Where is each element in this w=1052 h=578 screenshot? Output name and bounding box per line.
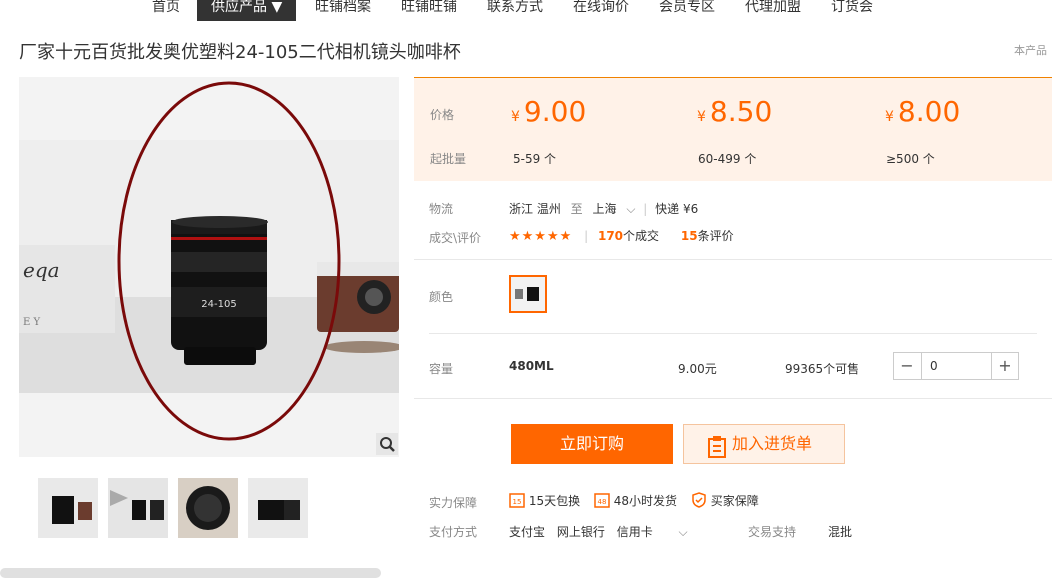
guarantee-label: 实力保障 — [429, 496, 478, 510]
product-corner-note: 本产品 — [1014, 44, 1047, 57]
trade-support-value: 混批 — [828, 525, 853, 539]
price-tier-1: ¥9.00 — [511, 95, 587, 128]
shield-icon — [691, 492, 707, 511]
svg-text:24-105: 24-105 — [201, 299, 236, 310]
guarantee-list: 15 15天包换 48 48小时发货 买家保障 — [509, 492, 759, 511]
thumbnail-2[interactable] — [108, 478, 168, 538]
nav-item-members[interactable]: 会员专区 — [659, 0, 715, 21]
range-tier-1: 5-59 个 — [513, 152, 557, 166]
product-title: 厂家十元百货批发奥优塑料24-105二代相机镜头咖啡杯 — [19, 42, 461, 63]
nav-item-archive[interactable]: 旺铺档案 — [315, 0, 371, 21]
guarantee-item-shipping[interactable]: 48 48小时发货 — [594, 492, 681, 511]
capacity-label: 容量 — [429, 362, 454, 376]
stock-available: 99365个可售 — [785, 362, 860, 376]
increment-button[interactable]: + — [992, 353, 1018, 379]
payment-alipay: 支付宝 — [509, 525, 546, 539]
nav-item-agency[interactable]: 代理加盟 — [745, 0, 801, 21]
buy-now-button[interactable]: 立即订购 — [511, 424, 673, 464]
thumbnail-1[interactable] — [38, 478, 98, 538]
rating-stars: ★★★★★ — [509, 229, 573, 244]
main-product-image[interactable]: eqa E Y 24-105 — [19, 77, 399, 457]
capacity-value: 480ML — [509, 359, 554, 373]
trade-support-label: 交易支持 — [748, 525, 797, 539]
deals-label: 成交\评价 — [429, 231, 482, 245]
decrement-button[interactable]: − — [894, 353, 920, 379]
svg-text:15: 15 — [513, 498, 522, 506]
range-tier-2: 60-499 个 — [698, 152, 757, 166]
moq-label: 起批量 — [430, 152, 467, 166]
ship-to-select[interactable]: 上海 ⌵ — [593, 202, 636, 216]
payment-methods: 支付宝 网上银行 信用卡 ⌵ — [509, 523, 688, 540]
svg-text:eqa: eqa — [23, 258, 60, 282]
review-count[interactable]: 15条评价 — [681, 229, 734, 243]
svg-text:48: 48 — [597, 498, 606, 506]
nav-item-home[interactable]: 首页 — [152, 0, 180, 21]
nav-item-contact[interactable]: 联系方式 — [487, 0, 543, 21]
calendar-icon: 48 — [594, 492, 610, 511]
thumbnail-4[interactable] — [248, 478, 308, 538]
nav-item-inquiry[interactable]: 在线询价 — [573, 0, 629, 21]
quantity-stepper: − + — [893, 352, 1019, 380]
ship-from: 浙江 温州 — [509, 202, 561, 216]
add-to-cart-button[interactable]: 加入进货单 — [683, 424, 845, 464]
guarantee-item-buyer[interactable]: 买家保障 — [691, 492, 759, 511]
top-nav: 首页 供应产品 ▼ 旺铺档案 旺铺旺铺 联系方式 在线询价 会员专区 代理加盟 … — [0, 0, 1052, 21]
clipboard-icon — [708, 434, 726, 472]
nav-item-order-fair[interactable]: 订货会 — [831, 0, 873, 21]
svg-text:E Y: E Y — [23, 317, 40, 328]
payment-label: 支付方式 — [429, 525, 478, 539]
payment-netbank: 网上银行 — [556, 525, 605, 539]
price-tier-3: ¥8.00 — [885, 95, 961, 128]
horizontal-scrollbar[interactable] — [0, 568, 381, 578]
payment-creditcard: 信用卡 — [616, 525, 653, 539]
logistics-label: 物流 — [429, 202, 454, 216]
chevron-down-icon[interactable]: ⌵ — [679, 525, 688, 539]
color-label: 颜色 — [429, 290, 454, 304]
logistics-route: 浙江 温州 至 上海 ⌵ | 快递 ¥6 — [509, 202, 699, 216]
chevron-down-icon: ⌵ — [626, 202, 636, 216]
zoom-button[interactable] — [376, 433, 398, 455]
deals-row: ★★★★★ | 170个成交 15条评价 — [509, 229, 734, 244]
price-tier-2: ¥8.50 — [697, 95, 773, 128]
quantity-input[interactable] — [921, 353, 992, 379]
sold-count[interactable]: 170个成交 — [598, 229, 659, 243]
magnifier-icon — [380, 437, 395, 452]
range-tier-3: ≥500 个 — [886, 152, 935, 166]
price-label: 价格 — [430, 108, 455, 122]
nav-item-products[interactable]: 供应产品 ▼ — [197, 0, 297, 21]
calendar-icon: 15 — [509, 492, 525, 511]
product-photo: eqa E Y 24-105 — [19, 81, 399, 441]
express-fee: 快递 ¥6 — [655, 202, 699, 216]
divider — [414, 398, 1052, 399]
route-to-word: 至 — [570, 202, 583, 216]
divider — [429, 333, 1037, 334]
color-option-black[interactable] — [509, 275, 547, 313]
divider — [414, 259, 1052, 260]
thumbnail-3[interactable] — [178, 478, 238, 538]
nav-item-shop[interactable]: 旺铺旺铺 — [401, 0, 457, 21]
unit-price: 9.00元 — [678, 362, 717, 376]
guarantee-item-exchange[interactable]: 15 15天包换 — [509, 492, 584, 511]
